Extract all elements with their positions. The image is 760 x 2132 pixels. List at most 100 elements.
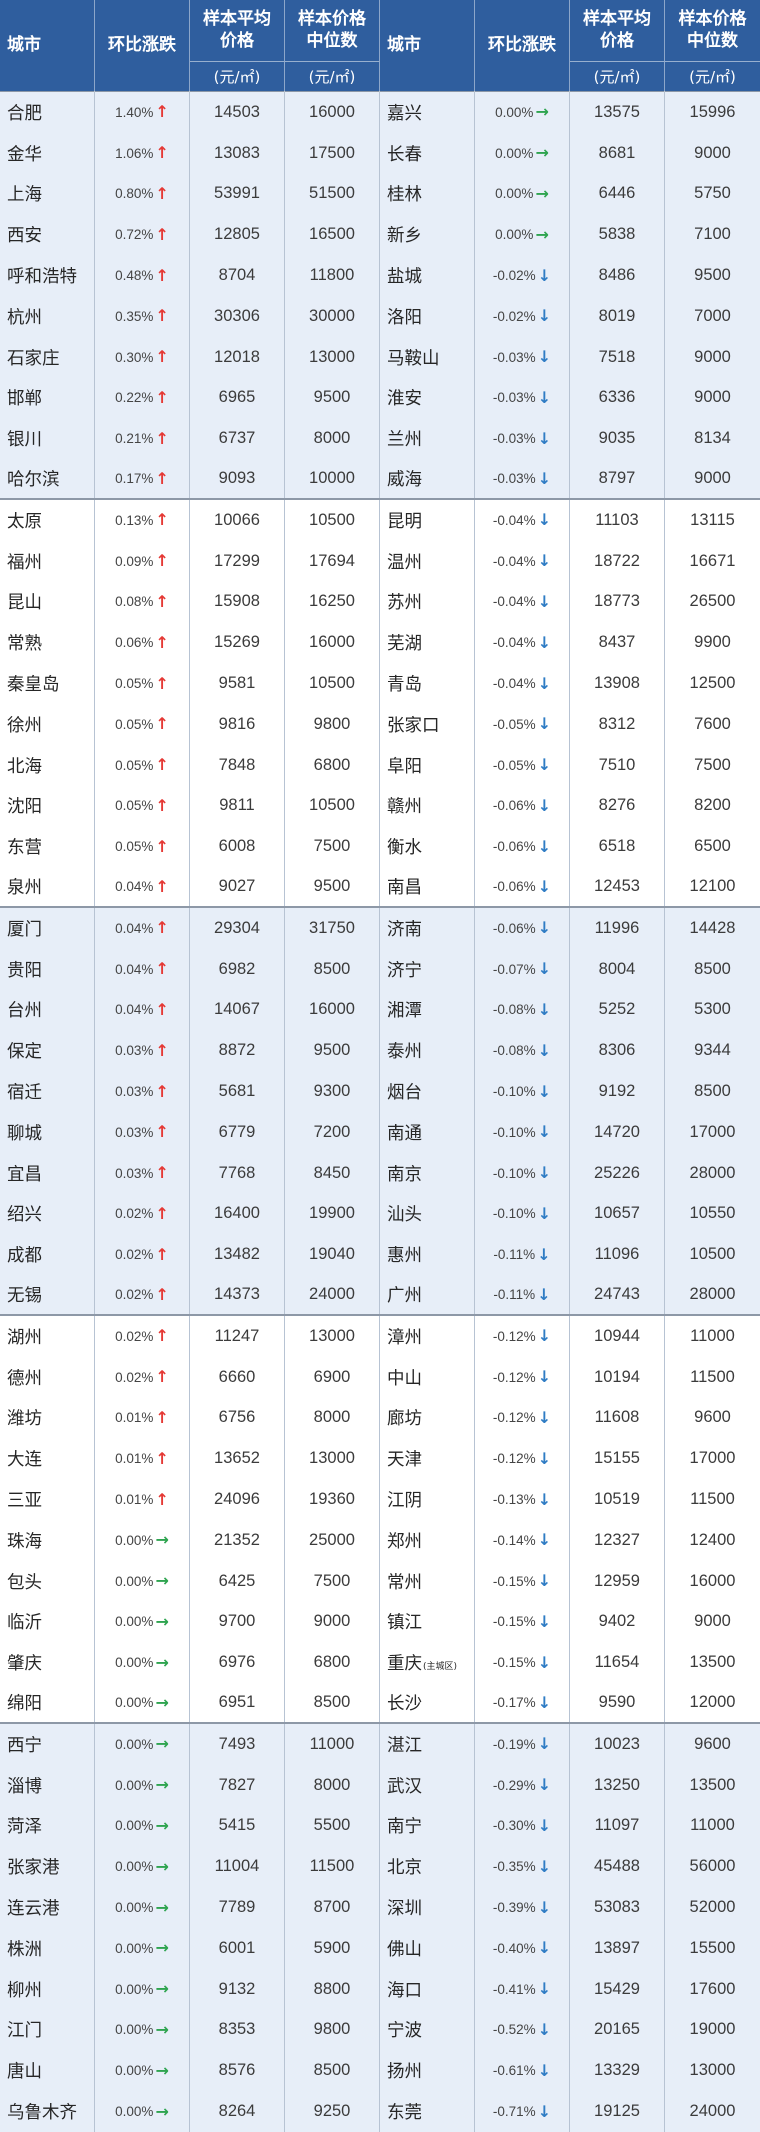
- city-cell-left: 呼和浩特: [0, 255, 95, 296]
- up-arrow-icon: ↑: [155, 959, 169, 979]
- change-cell-right: -0.52% ↓: [475, 2009, 570, 2051]
- avg-price-cell-left: 14503: [190, 92, 285, 133]
- city-name: 西宁: [7, 1735, 42, 1756]
- header-city-right: 城市: [380, 0, 475, 92]
- avg-price-cell-right: 8276: [570, 785, 665, 827]
- change-value: 0.00%: [115, 1695, 154, 1711]
- city-name: 长春: [387, 144, 422, 165]
- avg-price-cell-left: 9581: [190, 663, 285, 704]
- avg-price-cell-right: 12453: [570, 867, 665, 906]
- change-cell-right: -0.03% ↓: [475, 459, 570, 498]
- avg-price-cell-right: 5252: [570, 989, 665, 1031]
- table-row: 包头 0.00% → 6425 7500 常州 -0.15% ↓ 12959 16000: [0, 1560, 760, 1602]
- avg-price-cell-right: 19125: [570, 2091, 665, 2132]
- up-arrow-icon: ↑: [155, 387, 169, 407]
- header-median-price-unit-left: (元/㎡): [285, 61, 380, 92]
- up-arrow-icon: ↑: [155, 1163, 169, 1183]
- table-row: 宜昌 0.03% ↑ 7768 8450 南京 -0.10% ↓ 25226 28000: [0, 1152, 760, 1194]
- table-body: 合肥 1.40% ↑ 14503 16000 嘉兴 0.00% → 13575 15996 金华 1.…: [0, 92, 760, 2132]
- table-row: 张家港 0.00% → 11004 11500 北京 -0.35% ↓ 45488 56000: [0, 1846, 760, 1888]
- avg-price-cell-right: 18773: [570, 581, 665, 623]
- up-arrow-icon: ↑: [155, 1326, 169, 1346]
- change-cell-left: 0.00% →: [95, 1887, 190, 1928]
- down-arrow-icon: ↓: [537, 347, 552, 367]
- right-arrow-icon: →: [155, 1815, 169, 1835]
- city-name: 洛阳: [387, 307, 422, 328]
- change-cell-left: 0.02% ↑: [95, 1275, 190, 1314]
- avg-price-cell-left: 6982: [190, 948, 285, 990]
- city-cell-left: 临沂: [0, 1601, 95, 1643]
- table-row: 乌鲁木齐 0.00% → 8264 9250 东莞 -0.71% ↓ 19125 24000: [0, 2091, 760, 2132]
- city-name: 郑州: [387, 1531, 422, 1552]
- city-cell-left: 乌鲁木齐: [0, 2091, 95, 2132]
- change-cell-left: 0.30% ↑: [95, 336, 190, 378]
- table-row: 太原 0.13% ↑ 10066 10500 昆明 -0.04% ↓ 11103 13115: [0, 499, 760, 541]
- city-cell-left: 西安: [0, 214, 95, 256]
- avg-price-cell-left: 29304: [190, 907, 285, 949]
- avg-price-cell-left: 6737: [190, 418, 285, 460]
- city-cell-right: 湘潭: [380, 989, 475, 1031]
- median-price-cell-left: 8000: [285, 418, 380, 460]
- right-arrow-icon: →: [155, 1692, 169, 1712]
- change-cell-left: 0.08% ↑: [95, 581, 190, 623]
- city-name: 海口: [387, 1980, 422, 2001]
- change-cell-right: -0.11% ↓: [475, 1275, 570, 1314]
- city-cell-left: 成都: [0, 1234, 95, 1276]
- avg-price-cell-left: 9093: [190, 459, 285, 498]
- up-arrow-icon: ↑: [155, 591, 169, 611]
- down-arrow-icon: ↓: [537, 1163, 552, 1183]
- change-cell-right: -0.12% ↓: [475, 1315, 570, 1357]
- city-name: 张家口: [387, 715, 440, 736]
- change-cell-right: -0.04% ↓: [475, 622, 570, 664]
- city-name: 连云港: [7, 1899, 60, 1920]
- table-row: 柳州 0.00% → 9132 8800 海口 -0.41% ↓ 15429 17600: [0, 1968, 760, 2010]
- change-cell-left: 0.00% →: [95, 1683, 190, 1722]
- city-name: 保定: [7, 1042, 42, 1063]
- median-price-cell-right: 6500: [694, 837, 731, 856]
- avg-price-cell-left: 53991: [190, 173, 285, 215]
- change-cell-right: -0.04% ↓: [475, 663, 570, 704]
- change-value: 0.01%: [115, 1410, 154, 1426]
- median-price-cell-right: 11000: [690, 1326, 735, 1345]
- avg-price-cell-right: 13575: [570, 92, 665, 133]
- median-price-cell-right: 9000: [694, 347, 731, 366]
- change-cell-right: -0.15% ↓: [475, 1601, 570, 1643]
- avg-price-cell-left: 6660: [190, 1356, 285, 1398]
- city-name: 廊坊: [387, 1409, 422, 1430]
- up-arrow-icon: ↑: [155, 265, 169, 285]
- median-price-cell-left: 8450: [285, 1152, 380, 1194]
- city-cell-right: 青岛: [380, 663, 475, 704]
- table-row: 唐山 0.00% → 8576 8500 扬州 -0.61% ↓ 13329 13000: [0, 2050, 760, 2092]
- median-price-cell-right: 9000: [694, 469, 731, 488]
- down-arrow-icon: ↓: [537, 306, 552, 326]
- change-cell-right: -0.61% ↓: [475, 2050, 570, 2092]
- change-cell-left: 0.00% →: [95, 2009, 190, 2051]
- change-value: 0.35%: [115, 308, 154, 324]
- change-cell-right: -0.03% ↓: [475, 418, 570, 460]
- up-arrow-icon: ↑: [155, 918, 169, 938]
- header-change-left: 环比涨跌: [95, 0, 190, 92]
- down-arrow-icon: ↓: [537, 2101, 552, 2121]
- down-arrow-icon: ↓: [537, 1815, 552, 1835]
- median-price-cell-left: 8800: [285, 1968, 380, 2010]
- city-cell-right: 桂林: [380, 173, 475, 215]
- down-arrow-icon: ↓: [537, 1530, 552, 1550]
- city-name: 江阴: [387, 1491, 422, 1512]
- up-arrow-icon: ↑: [155, 1244, 169, 1264]
- city-name: 深圳: [387, 1899, 422, 1920]
- avg-price-cell-left: 6008: [190, 826, 285, 868]
- table-row: 德州 0.02% ↑ 6660 6900 中山 -0.12% ↓ 10194 11500: [0, 1356, 760, 1398]
- city-cell-left: 菏泽: [0, 1805, 95, 1847]
- city-name: 济宁: [387, 960, 422, 981]
- median-price-cell-right: 12000: [689, 1693, 736, 1712]
- avg-price-cell-left: 5681: [190, 1071, 285, 1112]
- change-value: 0.21%: [115, 431, 154, 447]
- down-arrow-icon: ↓: [537, 1122, 552, 1142]
- table-row: 三亚 0.01% ↑ 24096 19360 江阴 -0.13% ↓ 10519 11500: [0, 1479, 760, 1520]
- city-name: 沈阳: [7, 797, 42, 818]
- median-price-cell-left: 5900: [285, 1927, 380, 1969]
- change-cell-right: 0.00% →: [475, 92, 570, 133]
- city-cell-right: 北京: [380, 1846, 475, 1888]
- city-name: 临沂: [7, 1613, 42, 1634]
- avg-price-cell-right: 8019: [570, 295, 665, 337]
